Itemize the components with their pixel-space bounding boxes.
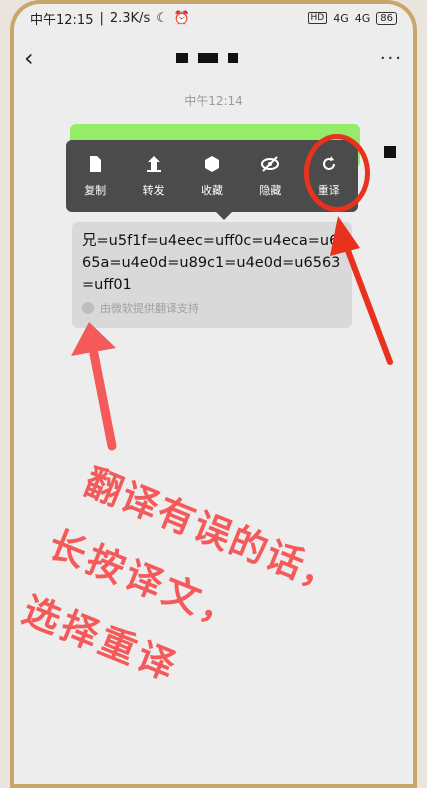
annotation-arrows: [71, 216, 393, 451]
arrow-to-retranslate-icon: [330, 216, 393, 365]
arrow-up-icon: [71, 322, 117, 451]
